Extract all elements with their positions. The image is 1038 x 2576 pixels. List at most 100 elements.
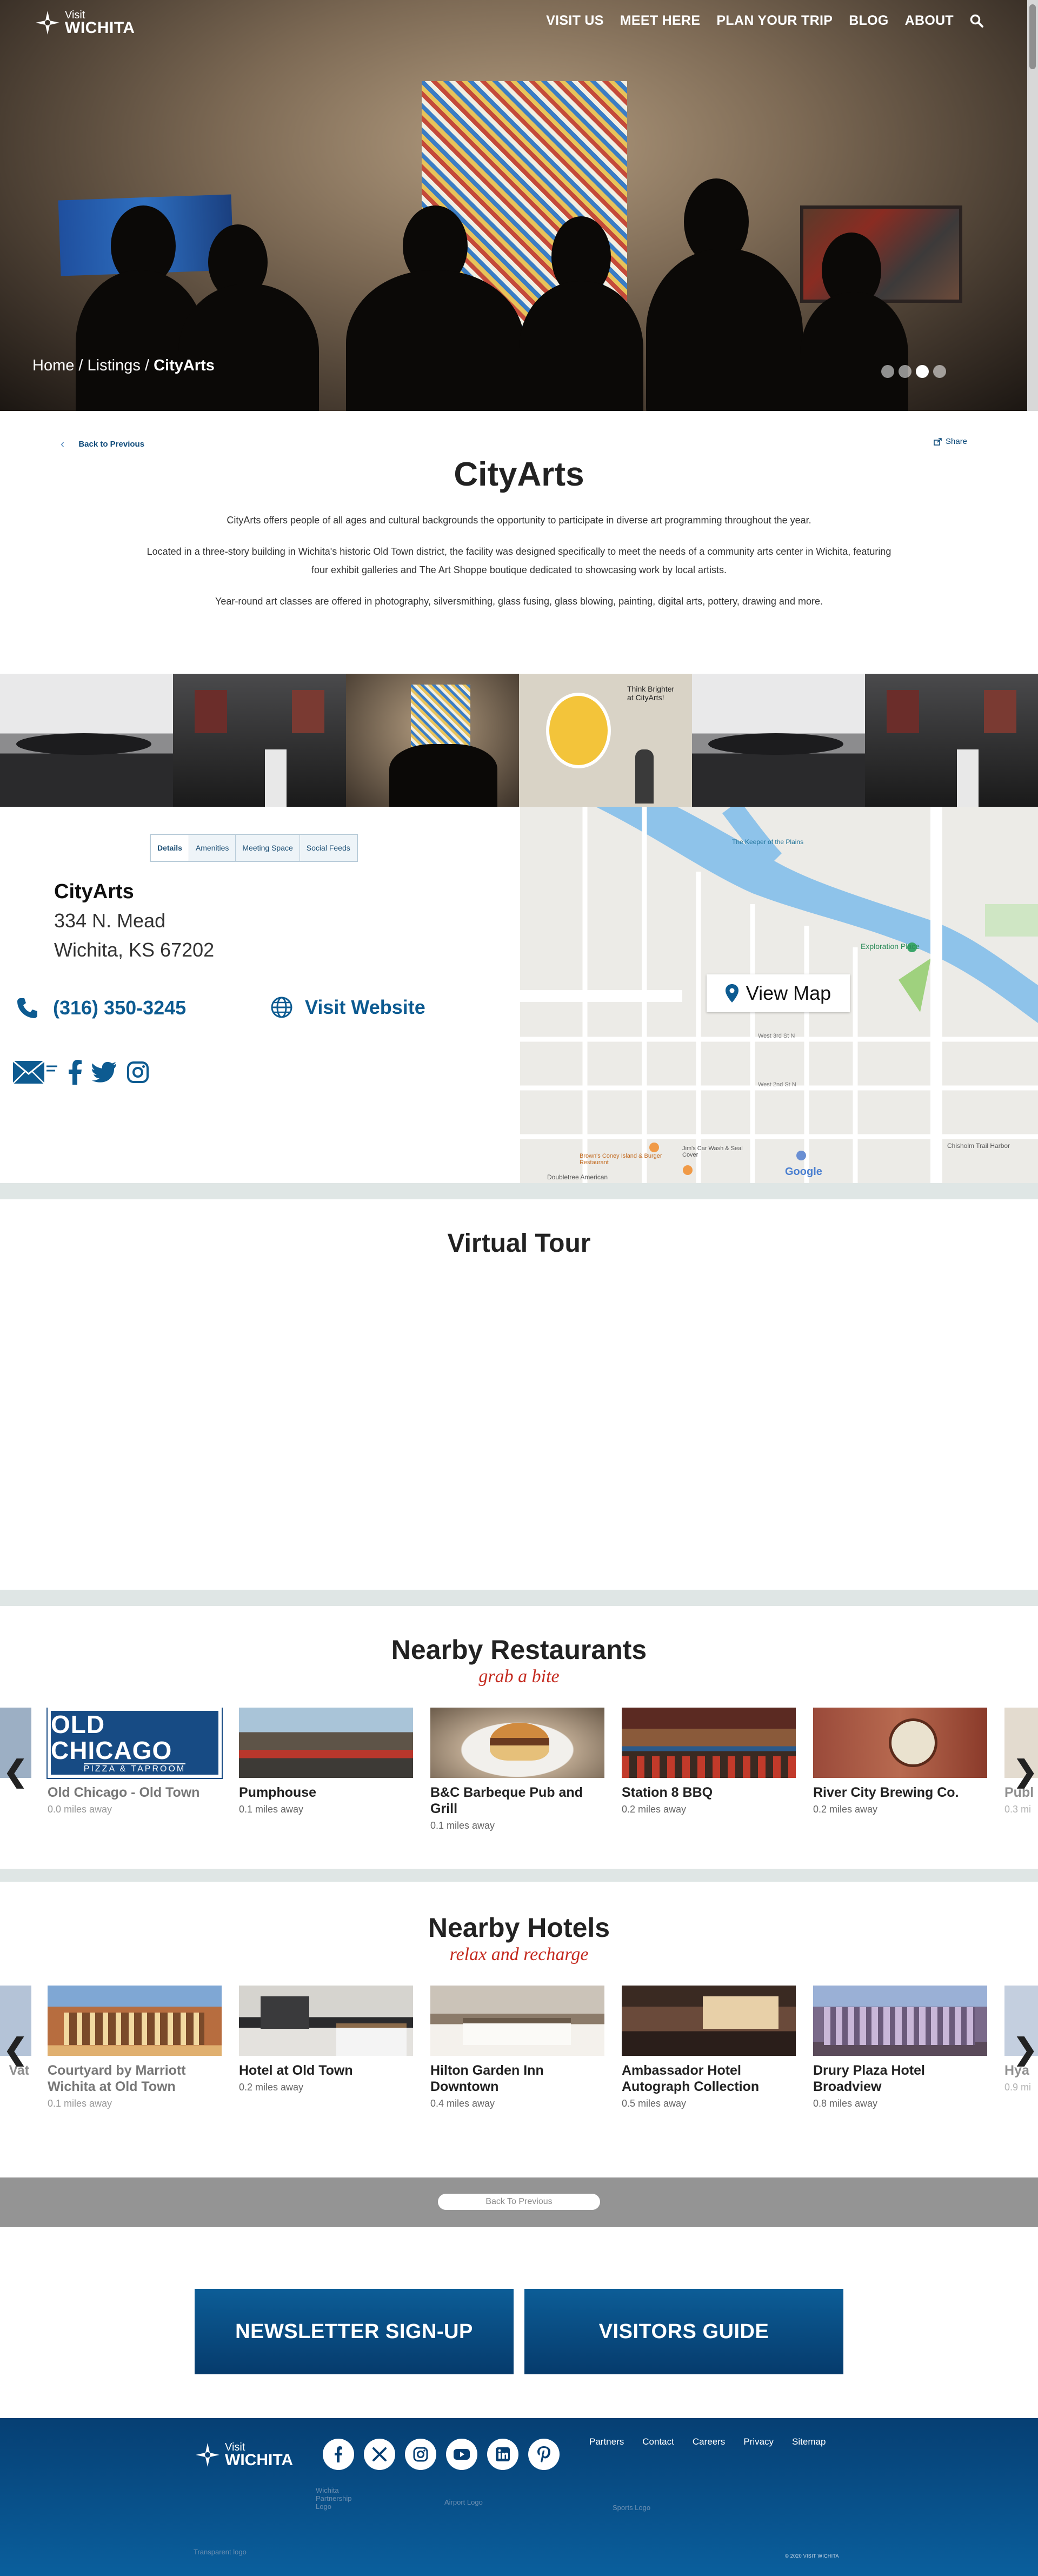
visitors-guide-button[interactable]: VISITORS GUIDE: [524, 2289, 843, 2374]
details-tabs: Details Amenities Meeting Space Social F…: [150, 834, 358, 862]
back-label: Back to Previous: [78, 439, 145, 449]
carousel-next-arrow-icon[interactable]: ❯: [1013, 1757, 1037, 1786]
silhouette-person: [646, 249, 803, 411]
gallery-photo[interactable]: [0, 674, 173, 807]
hotel-distance: 0.5 miles away: [622, 2098, 687, 2109]
footer-link-sitemap[interactable]: Sitemap: [792, 2436, 826, 2447]
restaurant-card[interactable]: River City Brewing Co. 0.2 miles away: [813, 1708, 987, 1815]
slider-dot[interactable]: [933, 365, 946, 378]
pinterest-icon[interactable]: [528, 2439, 560, 2470]
footer-logo[interactable]: Visit WICHITA: [195, 2442, 293, 2468]
photo-gallery: Think Brighter at CityArts!: [0, 674, 1038, 807]
footer-link-privacy[interactable]: Privacy: [743, 2436, 774, 2447]
phone-link[interactable]: (316) 350-3245: [15, 996, 186, 1020]
footer-link-contact[interactable]: Contact: [642, 2436, 674, 2447]
youtube-icon[interactable]: [446, 2439, 477, 2470]
search-icon[interactable]: [970, 14, 984, 28]
tab-social-feeds[interactable]: Social Feeds: [300, 835, 357, 861]
x-twitter-icon[interactable]: [364, 2439, 395, 2470]
map-label: Exploration Place: [861, 942, 920, 951]
carousel-prev-arrow-icon[interactable]: ❮: [3, 1757, 28, 1786]
scrollbar[interactable]: [1027, 0, 1038, 411]
silhouette-person: [178, 284, 319, 411]
page-title: CityArts: [454, 456, 584, 493]
venue-social-links: [12, 1059, 149, 1086]
hotel-name: Courtyard by Marriott Wichita at Old Tow…: [48, 2063, 186, 2094]
restaurant-name: Pumphouse: [239, 1785, 317, 1800]
instagram-icon[interactable]: [127, 1061, 149, 1084]
nav-meet-here[interactable]: MEET HERE: [620, 13, 701, 29]
restaurant-card[interactable]: OLD CHICAGO PIZZA & TAPROOM Old Chicago …: [46, 1708, 223, 1815]
slider-dot[interactable]: [881, 365, 894, 378]
nav-blog[interactable]: BLOG: [849, 13, 888, 29]
hotel-card[interactable]: Courtyard by Marriott Wichita at Old Tow…: [48, 1986, 222, 2109]
facebook-icon[interactable]: [323, 2439, 354, 2470]
gallery-photo[interactable]: [346, 674, 519, 807]
map-label: Jim's Car Wash & Seal Cover: [682, 1145, 743, 1158]
logo-line2: WICHITA: [225, 2451, 294, 2469]
tab-meeting-space[interactable]: Meeting Space: [236, 835, 300, 861]
slider-dot[interactable]: [899, 365, 911, 378]
visit-website-link[interactable]: Visit Website: [270, 996, 425, 1019]
carousel-next-arrow-icon[interactable]: ❯: [1013, 2035, 1037, 2064]
breadcrumb-listings[interactable]: Listings: [88, 357, 141, 374]
facebook-icon[interactable]: [68, 1060, 82, 1085]
restaurant-card[interactable]: Station 8 BBQ 0.2 miles away: [622, 1708, 796, 1815]
email-icon[interactable]: [12, 1059, 58, 1086]
carousel-prev-arrow-icon[interactable]: ❮: [3, 2035, 28, 2064]
map-label: Chisholm Trail Harbor: [947, 1142, 1010, 1150]
hotel-card[interactable]: Hotel at Old Town 0.2 miles away: [239, 1986, 413, 2093]
breadcrumb-home[interactable]: Home: [32, 357, 74, 374]
copyright: © 2020 VISIT WICHITA: [785, 2553, 839, 2559]
restaurant-card[interactable]: B&C Barbeque Pub and Grill 0.1 miles awa…: [430, 1708, 604, 1831]
partner-logo-image[interactable]: Transparent logo: [194, 2548, 302, 2556]
nav-about[interactable]: ABOUT: [905, 13, 954, 29]
scrollbar-thumb[interactable]: [1029, 4, 1036, 69]
footer-link-partners[interactable]: Partners: [589, 2436, 624, 2447]
instagram-icon[interactable]: [405, 2439, 436, 2470]
hotel-distance: 0.9 mi: [1004, 2082, 1032, 2093]
gallery-photo[interactable]: [173, 674, 346, 807]
partner-logo-image[interactable]: Airport Logo: [444, 2498, 536, 2506]
nav-plan-your-trip[interactable]: PLAN YOUR TRIP: [716, 13, 833, 29]
restaurant-card[interactable]: Pumphouse 0.1 miles away: [239, 1708, 413, 1815]
site-logo[interactable]: Visit WICHITA: [35, 10, 135, 36]
compass-star-icon: [196, 2443, 219, 2467]
share-button[interactable]: Share: [934, 437, 967, 446]
silhouette-person: [800, 292, 908, 411]
back-to-previous-button[interactable]: Back To Previous: [438, 2194, 600, 2210]
footer-link-careers[interactable]: Careers: [693, 2436, 725, 2447]
gallery-photo[interactable]: [692, 674, 865, 807]
hotel-name: Ambassador Hotel Autograph Collection: [622, 2063, 760, 2094]
virtual-tour-title: Virtual Tour: [447, 1229, 591, 1258]
linkedin-icon[interactable]: [487, 2439, 518, 2470]
chevron-left-icon: ‹: [61, 437, 65, 450]
main-nav: VISIT US MEET HERE PLAN YOUR TRIP BLOG A…: [546, 13, 984, 29]
hotel-card[interactable]: Hilton Garden Inn Downtown 0.4 miles awa…: [430, 1986, 604, 2109]
gallery-photo[interactable]: Think Brighter at CityArts!: [519, 674, 692, 807]
partner-logo-image[interactable]: Wichita Partnership Logo: [316, 2486, 364, 2511]
restaurant-distance: 0.1 miles away: [430, 1820, 495, 1831]
twitter-icon[interactable]: [92, 1061, 117, 1083]
map-pin-icon: [725, 984, 738, 1002]
hotel-card[interactable]: Ambassador Hotel Autograph Collection 0.…: [622, 1986, 796, 2109]
tab-amenities[interactable]: Amenities: [189, 835, 236, 861]
phone-number: (316) 350-3245: [53, 997, 187, 1019]
nav-visit-us[interactable]: VISIT US: [546, 13, 604, 29]
tab-details[interactable]: Details: [151, 835, 189, 861]
restaurant-name: Old Chicago - Old Town: [48, 1785, 200, 1800]
back-to-previous-link[interactable]: ‹ Back to Previous: [61, 437, 144, 451]
hotel-card[interactable]: Drury Plaza Hotel Broadview 0.8 miles aw…: [813, 1986, 987, 2109]
breadcrumb-separator: /: [78, 357, 83, 374]
partner-logo-image[interactable]: Sports Logo: [613, 2504, 699, 2512]
hotel-name: Hotel at Old Town: [239, 2063, 353, 2078]
venue-name: CityArts: [54, 880, 134, 903]
location-map[interactable]: The Keeper of the Plains Exploration Pla…: [520, 807, 1038, 1183]
view-map-button[interactable]: View Map: [707, 974, 850, 1012]
map-label: West 2nd St N: [758, 1081, 796, 1088]
newsletter-signup-button[interactable]: NEWSLETTER SIGN-UP: [195, 2289, 514, 2374]
slider-dot-active[interactable]: [916, 365, 929, 378]
gallery-photo[interactable]: [865, 674, 1038, 807]
logo-line2: WICHITA: [65, 19, 135, 37]
restaurant-distance: 0.0 miles away: [48, 1804, 112, 1815]
